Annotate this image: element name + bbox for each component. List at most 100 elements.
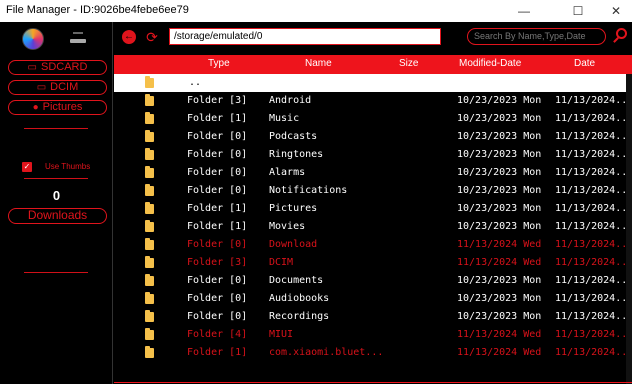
maximize-button[interactable]: ☐ bbox=[562, 0, 594, 22]
folder-icon bbox=[145, 310, 154, 322]
table-row[interactable]: Folder [0] Audiobooks 10/23/2023 Mon 11/13/… bbox=[114, 290, 632, 308]
folder-icon bbox=[145, 256, 154, 268]
row-date: 11/13/2024... bbox=[555, 149, 632, 160]
row-type: Folder [0] bbox=[187, 131, 248, 142]
row-date: 11/13/2024... bbox=[555, 95, 632, 106]
back-icon[interactable]: ← bbox=[122, 30, 136, 44]
downloads-button[interactable]: Downloads bbox=[8, 208, 107, 224]
col-name[interactable]: Name bbox=[305, 58, 332, 69]
person-icon: ● bbox=[32, 102, 39, 113]
close-button[interactable]: ✕ bbox=[600, 0, 632, 22]
row-type: Folder [3] bbox=[187, 257, 248, 268]
row-modified-date: 10/23/2023 Mon bbox=[457, 113, 542, 124]
row-name: Notifications bbox=[269, 185, 348, 196]
table-row[interactable]: Folder [0] Recordings 10/23/2023 Mon 11/13/… bbox=[114, 308, 632, 326]
row-modified-date: 10/23/2023 Mon bbox=[457, 221, 542, 232]
row-modified-date: 10/23/2023 Mon bbox=[457, 131, 542, 142]
divider bbox=[114, 382, 632, 383]
row-modified-date: 10/23/2023 Mon bbox=[457, 293, 542, 304]
row-name: Music bbox=[269, 113, 300, 124]
row-name: Alarms bbox=[269, 167, 306, 178]
table-row[interactable]: Folder [0] Alarms 10/23/2023 Mon 11/13/2024… bbox=[114, 164, 632, 182]
row-modified-date: 10/23/2023 Mon bbox=[457, 275, 542, 286]
table-row[interactable]: Folder [0] Documents 10/23/2023 Mon 11/13/2… bbox=[114, 272, 632, 290]
scrollbar[interactable] bbox=[626, 74, 632, 384]
table-row[interactable]: Folder [1] Music 10/23/2023 Mon 11/13/2024.… bbox=[114, 110, 632, 128]
col-size[interactable]: Size bbox=[399, 58, 418, 69]
row-date: 11/13/2024... bbox=[555, 275, 632, 286]
row-type: Folder [1] bbox=[187, 113, 248, 124]
row-date: 11/13/2024... bbox=[555, 203, 632, 214]
table-row[interactable]: Folder [0] Ringtones 10/23/2023 Mon 11/13/2… bbox=[114, 146, 632, 164]
row-date: 11/13/2024... bbox=[555, 131, 632, 142]
table-row[interactable]: Folder [1] Pictures 10/23/2023 Mon 11/13/20… bbox=[114, 200, 632, 218]
row-date: 11/13/2024... bbox=[555, 221, 632, 232]
toolbar: ← ⟳ /storage/emulated/0 Search By Name,T… bbox=[114, 22, 632, 53]
col-type[interactable]: Type bbox=[208, 58, 230, 69]
folder-icon bbox=[145, 148, 154, 160]
minimize-button[interactable]: — bbox=[508, 0, 540, 22]
row-name: Ringtones bbox=[269, 149, 324, 160]
dcim-label: DCIM bbox=[50, 81, 79, 93]
image-icon: ▭ bbox=[36, 82, 47, 93]
pictures-button[interactable]: ● Pictures bbox=[8, 100, 107, 115]
row-date: 11/13/2024... bbox=[555, 257, 632, 268]
row-date: 11/13/2024... bbox=[555, 239, 632, 250]
row-date: 11/13/2024... bbox=[555, 347, 632, 358]
table-row[interactable]: Folder [0] Podcasts 10/23/2023 Mon 11/13/20… bbox=[114, 128, 632, 146]
row-date: 11/13/2024... bbox=[555, 329, 632, 340]
row-name: Audiobooks bbox=[269, 293, 330, 304]
row-type: Folder [3] bbox=[187, 95, 248, 106]
table-row[interactable]: Folder [0] Download 11/13/2024 Wed 11/13/20… bbox=[114, 236, 632, 254]
device-icon bbox=[70, 32, 86, 44]
row-date: 11/13/2024... bbox=[555, 311, 632, 322]
selection-count: 0 bbox=[52, 188, 61, 203]
table-row[interactable]: Folder [1] com.xiaomi.bluet... 11/13/2024 … bbox=[114, 344, 632, 362]
row-modified-date: 10/23/2023 Mon bbox=[457, 95, 542, 106]
folder-icon bbox=[145, 112, 154, 124]
row-name: Podcasts bbox=[269, 131, 318, 142]
pictures-label: Pictures bbox=[42, 101, 83, 113]
row-name: com.xiaomi.bluet... bbox=[269, 347, 384, 358]
col-modified-date[interactable]: Modified-Date bbox=[459, 58, 521, 69]
parent-directory-row[interactable]: .. bbox=[114, 74, 632, 92]
path-input[interactable]: /storage/emulated/0 bbox=[169, 28, 441, 45]
dcim-button[interactable]: ▭ DCIM bbox=[8, 80, 107, 95]
row-type: Folder [1] bbox=[187, 347, 248, 358]
search-input[interactable]: Search By Name,Type,Date bbox=[467, 28, 606, 45]
search-icon[interactable] bbox=[612, 27, 630, 45]
row-type: Folder [0] bbox=[187, 185, 248, 196]
row-modified-date: 11/13/2024 Wed bbox=[457, 239, 542, 250]
folder-icon bbox=[145, 184, 154, 196]
refresh-icon[interactable]: ⟳ bbox=[145, 30, 159, 44]
table-row[interactable]: Folder [3] Android 10/23/2023 Mon 11/13/202… bbox=[114, 92, 632, 110]
row-modified-date: 10/23/2023 Mon bbox=[457, 311, 542, 322]
folder-icon bbox=[145, 166, 154, 178]
row-modified-date: 11/13/2024 Wed bbox=[457, 329, 542, 340]
row-type: Folder [0] bbox=[187, 239, 248, 250]
table-header: Type Name Size Modified-Date Date bbox=[114, 55, 632, 74]
row-name: Recordings bbox=[269, 311, 330, 322]
table-row[interactable]: Folder [3] DCIM 11/13/2024 Wed 11/13/2024..… bbox=[114, 254, 632, 272]
row-name: Documents bbox=[269, 275, 324, 286]
divider bbox=[24, 178, 88, 179]
row-name: Android bbox=[269, 95, 312, 106]
row-date: 11/13/2024... bbox=[555, 185, 632, 196]
use-thumbs-checkbox[interactable]: ✓ bbox=[22, 162, 32, 172]
row-type: Folder [4] bbox=[187, 329, 248, 340]
folder-icon bbox=[145, 346, 154, 358]
table-row[interactable]: Folder [0] Notifications 10/23/2023 Mon 11/… bbox=[114, 182, 632, 200]
row-type: Folder [1] bbox=[187, 203, 248, 214]
row-modified-date: 10/23/2023 Mon bbox=[457, 203, 542, 214]
row-modified-date: 10/23/2023 Mon bbox=[457, 167, 542, 178]
folder-icon bbox=[145, 328, 154, 340]
avatar[interactable] bbox=[22, 28, 44, 50]
sidebar: ▭ SDCARD ▭ DCIM ● Pictures ✓ Use Thumbs 0 D… bbox=[0, 22, 113, 384]
table-row[interactable]: Folder [4] MIUI 11/13/2024 Wed 11/13/2024..… bbox=[114, 326, 632, 344]
table-row[interactable]: Folder [1] Movies 10/23/2023 Mon 11/13/2024… bbox=[114, 218, 632, 236]
sdcard-icon: ▭ bbox=[27, 62, 37, 73]
col-date[interactable]: Date bbox=[574, 58, 595, 69]
row-type: Folder [0] bbox=[187, 149, 248, 160]
sdcard-button[interactable]: ▭ SDCARD bbox=[8, 60, 107, 75]
row-date: 11/13/2024... bbox=[555, 167, 632, 178]
